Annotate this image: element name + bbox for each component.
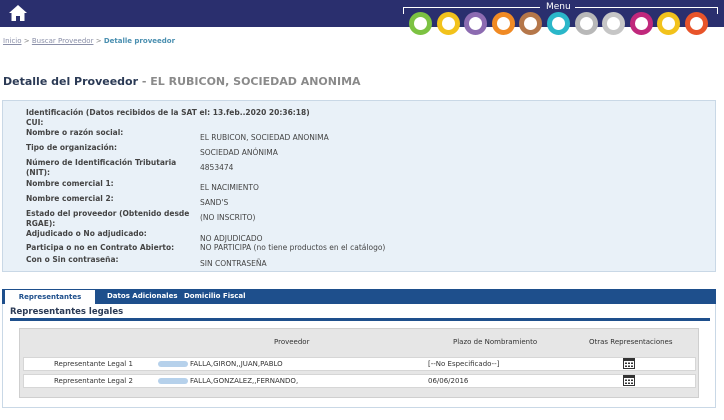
redacted-text (158, 378, 188, 384)
breadcrumb: Inicio > Buscar Proveedor > Detalle prov… (3, 37, 175, 45)
tipo-value: SOCIEDAD ANÓNIMA (200, 148, 278, 157)
nombre-comercial-2-value: SAND'S (200, 198, 229, 207)
section-title: Representantes legales (10, 307, 124, 317)
nombre-comercial-1-label: Nombre comercial 1: (26, 179, 114, 188)
nit-label: Número de Identificación Tributaria (26, 158, 177, 167)
row-label: Representante Legal 1 (54, 360, 133, 368)
calendar-icon[interactable] (623, 358, 635, 369)
redacted-text (158, 361, 188, 367)
row-label: Representante Legal 2 (54, 377, 133, 385)
tab-datos-adicionales[interactable]: Datos Adicionales (107, 289, 178, 304)
adjudicado-label: Adjudicado o No adjudicado: (26, 229, 147, 238)
breadcrumb-separator: > (23, 37, 30, 45)
row-name: FALLA,GIRON,,JUAN,PABLO (190, 360, 283, 368)
nombre-comercial-1-value: EL NACIMIENTO (200, 183, 259, 192)
menu-circle-button[interactable] (436, 12, 460, 35)
participa-label: Participa o no en Contrato Abierto: (26, 243, 175, 252)
tab-representantes-legales[interactable]: Representantes Legales (4, 289, 96, 316)
breadcrumb-current: Detalle proveedor (103, 37, 176, 45)
menu-circle-button[interactable] (547, 12, 570, 35)
menu-circle-button[interactable] (629, 12, 653, 35)
tab-bar: Representantes Legales Datos Adicionales… (2, 289, 716, 316)
nombre-label: Nombre o razón social: (26, 128, 124, 137)
tab-domicilio-fiscal[interactable]: Domicilio Fiscal (184, 289, 246, 304)
contrasena-value: SIN CONTRASEÑA (200, 259, 267, 268)
nombre-value: EL RUBICON, SOCIEDAD ANONIMA (200, 133, 329, 142)
row-name: FALLA,GONZALEZ,,FERNANDO, (190, 377, 299, 385)
estado-label-cont: RGAE): (26, 219, 56, 228)
nombre-comercial-2-label: Nombre comercial 2: (26, 194, 114, 203)
breadcrumb-inicio-link[interactable]: Inicio (3, 37, 22, 45)
section-divider (10, 318, 710, 321)
menu-circle-button[interactable] (657, 12, 681, 35)
breadcrumb-buscar-link[interactable]: Buscar Proveedor (32, 37, 94, 45)
breadcrumb-separator: > (95, 37, 102, 45)
menu-circle-button[interactable] (602, 12, 626, 35)
page-title-text: Detalle del Proveedor (3, 75, 139, 88)
row-plazo: 06/06/2016 (428, 377, 469, 385)
estado-label: Estado del proveedor (Obtenido desde (26, 209, 190, 218)
column-header-proveedor: Proveedor (274, 338, 310, 346)
tipo-label: Tipo de organización: (26, 143, 118, 152)
menu-circle-button[interactable] (519, 12, 543, 35)
page-title: Detalle del Proveedor - EL RUBICON, SOCI… (3, 75, 361, 88)
menu-circle-button[interactable] (464, 12, 488, 35)
estado-value: (NO INSCRITO) (200, 213, 256, 222)
identificacion-heading: Identificación (Datos recibidos de la SA… (26, 108, 310, 117)
row-plazo: [--No Especificado--] (428, 360, 500, 368)
home-icon[interactable] (8, 3, 28, 23)
menu-circle-button[interactable] (685, 12, 708, 35)
nit-value: 4853474 (200, 163, 234, 172)
participa-value: NO PARTICIPA (no tiene productos en el c… (200, 243, 386, 252)
contrasena-label: Con o Sin contraseña: (26, 255, 119, 264)
column-header-otras: Otras Representaciones (589, 338, 673, 346)
cui-label: CUI: (26, 118, 44, 127)
nit-label-cont: (NIT): (26, 168, 51, 177)
menu-circle-button[interactable] (491, 12, 515, 35)
provider-name: - EL RUBICON, SOCIEDAD ANONIMA (141, 75, 361, 88)
column-header-plazo: Plazo de Nombramiento (453, 338, 538, 346)
calendar-icon[interactable] (623, 375, 635, 386)
menu-circle-button[interactable] (409, 12, 432, 35)
menu-circle-button[interactable] (574, 12, 598, 35)
menu-label[interactable]: Menu (546, 2, 571, 12)
